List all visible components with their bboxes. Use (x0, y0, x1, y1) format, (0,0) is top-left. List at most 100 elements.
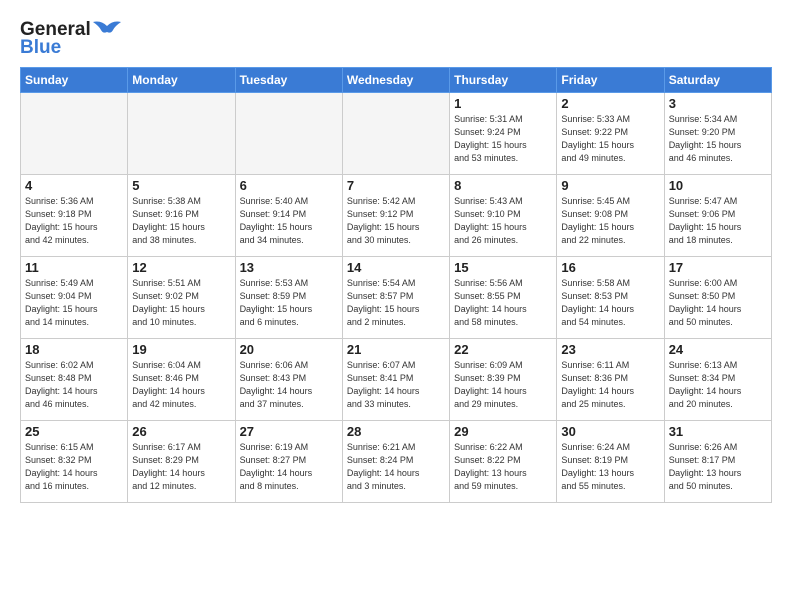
day-number: 12 (132, 260, 230, 275)
calendar-cell: 20 Sunrise: 6:06 AM Sunset: 8:43 PM Dayli… (235, 339, 342, 421)
calendar-cell (342, 93, 449, 175)
day-number: 4 (25, 178, 123, 193)
day-info: Sunrise: 5:38 AM Sunset: 9:16 PM Dayligh… (132, 195, 230, 247)
day-info: Sunrise: 6:19 AM Sunset: 8:27 PM Dayligh… (240, 441, 338, 493)
weekday-header-tuesday: Tuesday (235, 68, 342, 93)
logo: General Blue (20, 18, 121, 57)
day-number: 24 (669, 342, 767, 357)
day-number: 16 (561, 260, 659, 275)
calendar-cell: 16Sunrise: 5:58 AM Sunset: 8:53 PM Dayli… (557, 257, 664, 339)
calendar-cell: 9 Sunrise: 5:45 AM Sunset: 9:08 PM Daylig… (557, 175, 664, 257)
day-info: Sunrise: 5:45 AM Sunset: 9:08 PM Dayligh… (561, 195, 659, 247)
day-info: Sunrise: 5:51 AM Sunset: 9:02 PM Dayligh… (132, 277, 230, 329)
day-number: 17 (669, 260, 767, 275)
day-info: Sunrise: 6:13 AM Sunset: 8:34 PM Dayligh… (669, 359, 767, 411)
day-number: 5 (132, 178, 230, 193)
calendar-cell: 5 Sunrise: 5:38 AM Sunset: 9:16 PM Daylig… (128, 175, 235, 257)
day-info: Sunrise: 6:17 AM Sunset: 8:29 PM Dayligh… (132, 441, 230, 493)
day-number: 22 (454, 342, 552, 357)
day-info: Sunrise: 5:49 AM Sunset: 9:04 PM Dayligh… (25, 277, 123, 329)
calendar-cell: 25 Sunrise: 6:15 AM Sunset: 8:32 PM Dayli… (21, 421, 128, 503)
day-info: Sunrise: 5:36 AM Sunset: 9:18 PM Dayligh… (25, 195, 123, 247)
day-number: 29 (454, 424, 552, 439)
calendar-cell: 23 Sunrise: 6:11 AM Sunset: 8:36 PM Dayli… (557, 339, 664, 421)
day-number: 25 (25, 424, 123, 439)
day-info: Sunrise: 5:43 AM Sunset: 9:10 PM Dayligh… (454, 195, 552, 247)
weekday-header-row: SundayMondayTuesdayWednesdayThursdayFrid… (21, 68, 772, 93)
calendar-cell: 6Sunrise: 5:40 AM Sunset: 9:14 PM Daylig… (235, 175, 342, 257)
calendar-cell: 3 Sunrise: 5:34 AM Sunset: 9:20 PM Daylig… (664, 93, 771, 175)
day-number: 15 (454, 260, 552, 275)
day-info: Sunrise: 6:06 AM Sunset: 8:43 PM Dayligh… (240, 359, 338, 411)
calendar-cell: 1 Sunrise: 5:31 AM Sunset: 9:24 PM Daylig… (450, 93, 557, 175)
calendar-cell: 7Sunrise: 5:42 AM Sunset: 9:12 PM Daylig… (342, 175, 449, 257)
calendar-cell: 4 Sunrise: 5:36 AM Sunset: 9:18 PM Daylig… (21, 175, 128, 257)
weekday-header-saturday: Saturday (664, 68, 771, 93)
day-info: Sunrise: 5:33 AM Sunset: 9:22 PM Dayligh… (561, 113, 659, 165)
calendar-cell: 2 Sunrise: 5:33 AM Sunset: 9:22 PM Daylig… (557, 93, 664, 175)
day-info: Sunrise: 6:15 AM Sunset: 8:32 PM Dayligh… (25, 441, 123, 493)
calendar-cell: 31 Sunrise: 6:26 AM Sunset: 8:17 PM Dayli… (664, 421, 771, 503)
day-info: Sunrise: 6:04 AM Sunset: 8:46 PM Dayligh… (132, 359, 230, 411)
calendar-cell (128, 93, 235, 175)
day-number: 1 (454, 96, 552, 111)
calendar-cell: 26Sunrise: 6:17 AM Sunset: 8:29 PM Dayli… (128, 421, 235, 503)
calendar-cell: 8 Sunrise: 5:43 AM Sunset: 9:10 PM Daylig… (450, 175, 557, 257)
day-info: Sunrise: 5:34 AM Sunset: 9:20 PM Dayligh… (669, 113, 767, 165)
calendar-cell: 14Sunrise: 5:54 AM Sunset: 8:57 PM Dayli… (342, 257, 449, 339)
day-number: 9 (561, 178, 659, 193)
calendar-cell: 12 Sunrise: 5:51 AM Sunset: 9:02 PM Dayli… (128, 257, 235, 339)
day-info: Sunrise: 5:56 AM Sunset: 8:55 PM Dayligh… (454, 277, 552, 329)
day-number: 14 (347, 260, 445, 275)
day-info: Sunrise: 5:31 AM Sunset: 9:24 PM Dayligh… (454, 113, 552, 165)
day-number: 19 (132, 342, 230, 357)
calendar-cell: 13Sunrise: 5:53 AM Sunset: 8:59 PM Dayli… (235, 257, 342, 339)
week-row-4: 18Sunrise: 6:02 AM Sunset: 8:48 PM Dayli… (21, 339, 772, 421)
day-info: Sunrise: 6:11 AM Sunset: 8:36 PM Dayligh… (561, 359, 659, 411)
day-number: 30 (561, 424, 659, 439)
day-info: Sunrise: 6:02 AM Sunset: 8:48 PM Dayligh… (25, 359, 123, 411)
week-row-2: 4 Sunrise: 5:36 AM Sunset: 9:18 PM Daylig… (21, 175, 772, 257)
calendar-cell: 17 Sunrise: 6:00 AM Sunset: 8:50 PM Dayli… (664, 257, 771, 339)
day-info: Sunrise: 6:26 AM Sunset: 8:17 PM Dayligh… (669, 441, 767, 493)
day-info: Sunrise: 6:22 AM Sunset: 8:22 PM Dayligh… (454, 441, 552, 493)
weekday-header-friday: Friday (557, 68, 664, 93)
calendar-cell: 30 Sunrise: 6:24 AM Sunset: 8:19 PM Dayli… (557, 421, 664, 503)
day-number: 2 (561, 96, 659, 111)
day-number: 20 (240, 342, 338, 357)
day-info: Sunrise: 6:09 AM Sunset: 8:39 PM Dayligh… (454, 359, 552, 411)
calendar-cell: 10Sunrise: 5:47 AM Sunset: 9:06 PM Dayli… (664, 175, 771, 257)
calendar-page: General Blue SundayMondayTuesdayWednesda… (0, 0, 792, 612)
logo-blue: Blue (20, 38, 61, 57)
logo-bird-icon (93, 18, 121, 40)
calendar-cell: 29 Sunrise: 6:22 AM Sunset: 8:22 PM Dayli… (450, 421, 557, 503)
calendar-cell: 22 Sunrise: 6:09 AM Sunset: 8:39 PM Dayli… (450, 339, 557, 421)
day-number: 13 (240, 260, 338, 275)
day-info: Sunrise: 5:42 AM Sunset: 9:12 PM Dayligh… (347, 195, 445, 247)
calendar-cell: 28Sunrise: 6:21 AM Sunset: 8:24 PM Dayli… (342, 421, 449, 503)
day-number: 27 (240, 424, 338, 439)
week-row-3: 11 Sunrise: 5:49 AM Sunset: 9:04 PM Dayli… (21, 257, 772, 339)
day-info: Sunrise: 6:00 AM Sunset: 8:50 PM Dayligh… (669, 277, 767, 329)
day-info: Sunrise: 6:07 AM Sunset: 8:41 PM Dayligh… (347, 359, 445, 411)
day-info: Sunrise: 6:21 AM Sunset: 8:24 PM Dayligh… (347, 441, 445, 493)
weekday-header-wednesday: Wednesday (342, 68, 449, 93)
calendar-cell: 21 Sunrise: 6:07 AM Sunset: 8:41 PM Dayli… (342, 339, 449, 421)
weekday-header-sunday: Sunday (21, 68, 128, 93)
day-number: 21 (347, 342, 445, 357)
week-row-1: 1 Sunrise: 5:31 AM Sunset: 9:24 PM Daylig… (21, 93, 772, 175)
weekday-header-thursday: Thursday (450, 68, 557, 93)
day-number: 31 (669, 424, 767, 439)
day-info: Sunrise: 6:24 AM Sunset: 8:19 PM Dayligh… (561, 441, 659, 493)
day-info: Sunrise: 5:40 AM Sunset: 9:14 PM Dayligh… (240, 195, 338, 247)
day-number: 10 (669, 178, 767, 193)
calendar-cell (21, 93, 128, 175)
calendar-table: SundayMondayTuesdayWednesdayThursdayFrid… (20, 67, 772, 503)
day-number: 3 (669, 96, 767, 111)
calendar-cell: 18Sunrise: 6:02 AM Sunset: 8:48 PM Dayli… (21, 339, 128, 421)
day-number: 8 (454, 178, 552, 193)
day-number: 11 (25, 260, 123, 275)
calendar-cell: 27 Sunrise: 6:19 AM Sunset: 8:27 PM Dayli… (235, 421, 342, 503)
day-number: 23 (561, 342, 659, 357)
week-row-5: 25 Sunrise: 6:15 AM Sunset: 8:32 PM Dayli… (21, 421, 772, 503)
